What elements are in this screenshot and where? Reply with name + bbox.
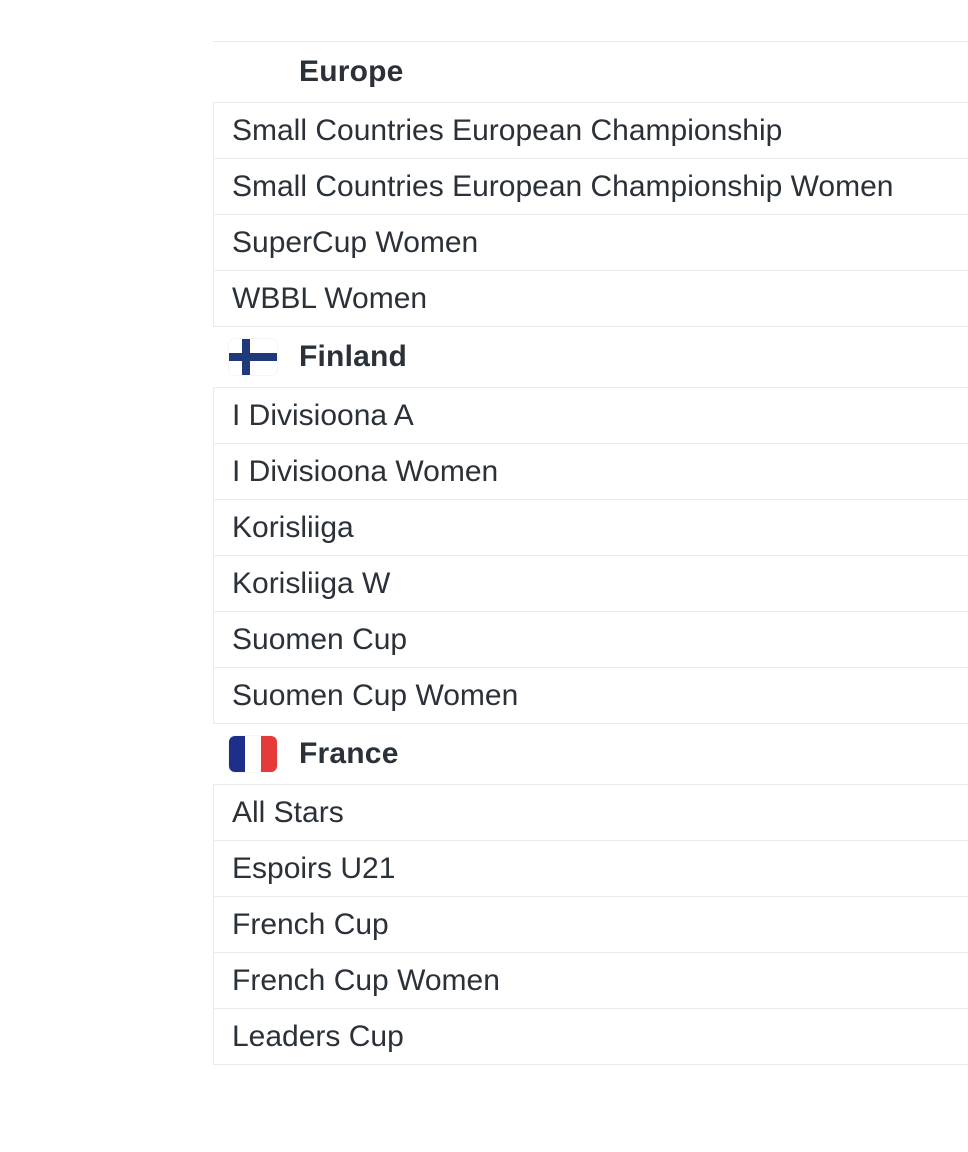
group-header-france: France [213,723,968,784]
group-name: Europe [299,55,404,88]
competition-list: Europe Small Countries European Champion… [213,41,968,1065]
list-item[interactable]: I Divisioona Women [213,443,968,499]
list-item[interactable]: All Stars [213,784,968,840]
france-flag-icon [229,736,277,772]
group-name: France [299,737,399,770]
group-name: Finland [299,340,408,373]
list-item[interactable]: Korisliiga [213,499,968,555]
list-bottom-border [213,1064,968,1065]
list-item[interactable]: WBBL Women [213,270,968,326]
list-item[interactable]: Suomen Cup [213,611,968,667]
list-item[interactable]: Korisliiga W [213,555,968,611]
list-item[interactable]: Suomen Cup Women [213,667,968,723]
list-item[interactable]: French Cup Women [213,952,968,1008]
flag-placeholder [229,54,277,90]
list-item[interactable]: SuperCup Women [213,214,968,270]
list-item[interactable]: Small Countries European Championship Wo… [213,158,968,214]
list-item[interactable]: Espoirs U21 [213,840,968,896]
list-item[interactable]: I Divisioona A [213,387,968,443]
group-header-finland: Finland [213,326,968,387]
list-item[interactable]: Leaders Cup [213,1008,968,1064]
finland-flag-icon [229,339,277,375]
list-item[interactable]: French Cup [213,896,968,952]
list-item[interactable]: Small Countries European Championship [213,102,968,158]
group-header-europe: Europe [213,41,968,102]
